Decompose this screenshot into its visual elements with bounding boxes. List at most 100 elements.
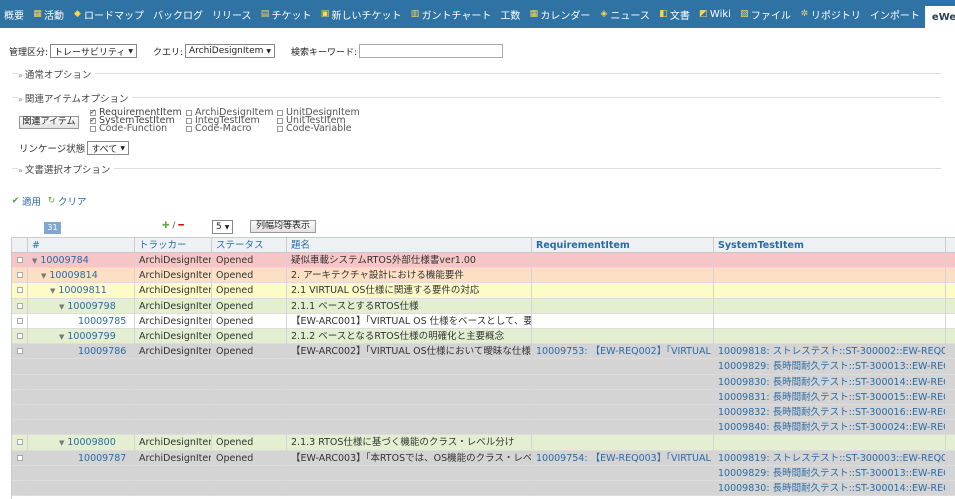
column-header-requirement-col[interactable]: RequirementItem bbox=[532, 238, 714, 253]
title[interactable]: 2. アーキテクチャ設計における機能要件 bbox=[287, 268, 532, 284]
checkbox[interactable] bbox=[186, 126, 192, 133]
nav-tab-15[interactable]: インポート bbox=[866, 0, 925, 28]
nav-tab-0[interactable]: 概要 bbox=[0, 0, 29, 28]
item-id[interactable]: ▼ 10009799 bbox=[28, 329, 135, 344]
expand-triangle-icon[interactable]: ▼ bbox=[59, 439, 64, 447]
row-checkbox[interactable] bbox=[17, 348, 23, 355]
item-id[interactable]: 10009785 bbox=[28, 313, 135, 329]
item-id[interactable] bbox=[28, 374, 135, 390]
nav-tab-13[interactable]: ▨ ファイル bbox=[736, 0, 796, 28]
checkbox[interactable] bbox=[277, 110, 283, 117]
systemtest-link[interactable]: 10009830: 長時間耐久テスト::ST-300014::EW-REC bbox=[714, 481, 946, 496]
item-id[interactable]: ▼ 10009784 bbox=[28, 253, 135, 268]
title[interactable]: 2.1.2 ベースとなるRTOS仕様の明確化と主要概念 bbox=[287, 329, 532, 344]
systemtest-link[interactable]: 10009831: 長時間耐久テスト::ST-300015::EW-REC bbox=[714, 389, 946, 405]
nav-tab-6[interactable]: ▣ 新しいチケット bbox=[317, 0, 407, 28]
expand-triangle-icon[interactable]: ▼ bbox=[41, 272, 46, 280]
related-item-checkbox[interactable]: Code-Variable bbox=[277, 124, 360, 134]
nav-tab-14[interactable]: ✲ リポジトリ bbox=[796, 0, 866, 28]
nav-tab-9[interactable]: ▦ カレンダー bbox=[525, 0, 595, 28]
keyword-input[interactable] bbox=[359, 44, 504, 58]
row-checkbox[interactable] bbox=[17, 317, 23, 324]
item-id[interactable] bbox=[28, 405, 135, 420]
systemtest-link[interactable]: 10009830: 長時間耐久テスト::ST-300014::EW-REC bbox=[714, 374, 946, 390]
item-id[interactable] bbox=[28, 389, 135, 405]
nav-tab-16[interactable]: eWeaver bbox=[924, 6, 955, 28]
equal-width-button[interactable]: 列幅均等表示 bbox=[250, 220, 317, 233]
doc-options-toggle[interactable]: » 文書選択オプション bbox=[18, 162, 115, 176]
row-checkbox[interactable] bbox=[17, 287, 23, 294]
linkage-select[interactable]: すべて ▼ bbox=[87, 141, 129, 155]
item-id[interactable]: 10009786 bbox=[28, 344, 135, 360]
checkbox[interactable] bbox=[90, 108, 96, 117]
row-checkbox[interactable] bbox=[17, 333, 23, 339]
nav-tab-2[interactable]: ◆ ロードマップ bbox=[69, 0, 149, 28]
checkbox[interactable] bbox=[186, 118, 192, 125]
column-header-id-col[interactable]: # bbox=[28, 238, 135, 253]
systemtest-link[interactable]: 10009829: 長時間耐久テスト::ST-300013::EW-REC bbox=[714, 465, 946, 481]
nav-tab-1[interactable]: ▦ 活動 bbox=[29, 0, 69, 28]
systemtest-link[interactable]: 10009819: ストレステスト::ST-300003::EW-REQ00 bbox=[714, 450, 946, 466]
nav-tab-11[interactable]: ◧ 文書 bbox=[655, 0, 695, 28]
nav-tab-8[interactable]: 工数 bbox=[496, 0, 525, 28]
expand-triangle-icon[interactable]: ▼ bbox=[32, 257, 37, 265]
nav-tab-7[interactable]: ▥ ガントチャート bbox=[407, 0, 497, 28]
systemtest-link[interactable]: 10009818: ストレステスト::ST-300002::EW-REQ00 bbox=[714, 344, 946, 360]
clear-link[interactable]: ↻ クリア bbox=[47, 194, 87, 208]
collapse-all-icon[interactable]: ━ bbox=[178, 221, 183, 231]
requirement-link[interactable]: 10009753: 【EW-REQ002】「VIRTUAL OS bbox=[532, 344, 714, 360]
item-id[interactable]: ▼ 10009800 bbox=[28, 435, 135, 451]
title[interactable]: 【EW-ARC003】「本RTOSでは、OS機能のクラス・レベル分け bbox=[287, 450, 532, 466]
management-select[interactable]: トレーサビリティ ▼ bbox=[50, 44, 137, 58]
related-item-checkbox[interactable]: Code-Macro bbox=[186, 124, 274, 134]
item-id[interactable]: ▼ 10009798 bbox=[28, 298, 135, 314]
item-id[interactable] bbox=[28, 465, 135, 481]
nav-tab-12[interactable]: ◩ Wiki bbox=[695, 0, 736, 28]
title[interactable]: 疑似車載システムRTOS外部仕様書ver1.00 bbox=[287, 253, 532, 268]
nav-tab-3[interactable]: バックログ bbox=[149, 0, 208, 28]
title[interactable]: 2.1.3 RTOS仕様に基づく機能のクラス・レベル分け bbox=[287, 435, 532, 451]
related-options-toggle[interactable]: » 関連アイテムオプション bbox=[18, 91, 133, 105]
row-checkbox[interactable] bbox=[17, 454, 23, 461]
depth-select[interactable]: 5 ▼ bbox=[212, 220, 234, 234]
column-header-title-col[interactable]: 題名 bbox=[287, 238, 532, 253]
expand-triangle-icon[interactable]: ▼ bbox=[59, 333, 64, 341]
column-header-status-col[interactable]: ステータス bbox=[212, 238, 287, 253]
row-checkbox[interactable] bbox=[17, 257, 23, 263]
checkbox[interactable] bbox=[277, 126, 283, 133]
checkbox[interactable] bbox=[90, 126, 96, 133]
expand-triangle-icon[interactable]: ▼ bbox=[50, 287, 55, 295]
item-id[interactable]: ▼ 10009811 bbox=[28, 283, 135, 299]
systemtest-link[interactable]: 10009832: 長時間耐久テスト::ST-300016::EW-REC bbox=[714, 405, 946, 420]
normal-options-toggle[interactable]: » 通常オプション bbox=[18, 67, 96, 81]
item-id[interactable]: ▼ 10009814 bbox=[28, 268, 135, 284]
related-item-checkbox[interactable]: Code-Function bbox=[90, 124, 182, 134]
apply-link[interactable]: ✔ 適用 bbox=[11, 194, 41, 208]
title[interactable]: 【EW-ARC002】「VIRTUAL OS仕様において曖昧な仕様を明 bbox=[287, 344, 532, 360]
title[interactable]: 2.1 VIRTUAL OS仕様に関連する要件の対応 bbox=[287, 283, 532, 299]
checkbox[interactable] bbox=[186, 110, 192, 117]
column-header-tracker-col[interactable]: トラッカー bbox=[135, 238, 212, 253]
item-id[interactable] bbox=[28, 359, 135, 375]
row-checkbox[interactable] bbox=[17, 272, 23, 279]
related-items-button[interactable]: 関連アイテム bbox=[19, 116, 79, 129]
query-select[interactable]: ArchiDesignItem ▼ bbox=[185, 44, 275, 58]
checkbox[interactable] bbox=[277, 118, 283, 125]
title[interactable]: 2.1.1 ベースとするRTOS仕様 bbox=[287, 298, 532, 314]
nav-tab-10[interactable]: ◈ ニュース bbox=[595, 0, 655, 28]
expand-triangle-icon[interactable]: ▼ bbox=[59, 303, 64, 311]
title[interactable]: 【EW-ARC001】「VIRTUAL OS 仕様をベースとして、要求仕 bbox=[287, 313, 532, 329]
requirement-link[interactable]: 10009754: 【EW-REQ003】「VIRTUAL OS bbox=[532, 450, 714, 466]
systemtest-link[interactable]: 10009829: 長時間耐久テスト::ST-300013::EW-REC bbox=[714, 359, 946, 375]
nav-tab-4[interactable]: リリース bbox=[208, 0, 257, 28]
row-checkbox[interactable] bbox=[17, 302, 23, 309]
systemtest-link[interactable]: 10009840: 長時間耐久テスト::ST-300024::EW-REC bbox=[714, 420, 946, 436]
item-id[interactable]: 10009787 bbox=[28, 450, 135, 466]
row-checkbox[interactable] bbox=[17, 439, 23, 446]
nav-tab-5[interactable]: ▤ チケット bbox=[257, 0, 317, 28]
item-id[interactable] bbox=[28, 481, 135, 496]
column-header-systemtest-col[interactable]: SystemTestItem bbox=[714, 238, 946, 253]
checkbox[interactable] bbox=[90, 116, 96, 125]
expand-all-icon[interactable]: ✚ bbox=[162, 221, 170, 231]
item-id[interactable] bbox=[28, 420, 135, 436]
